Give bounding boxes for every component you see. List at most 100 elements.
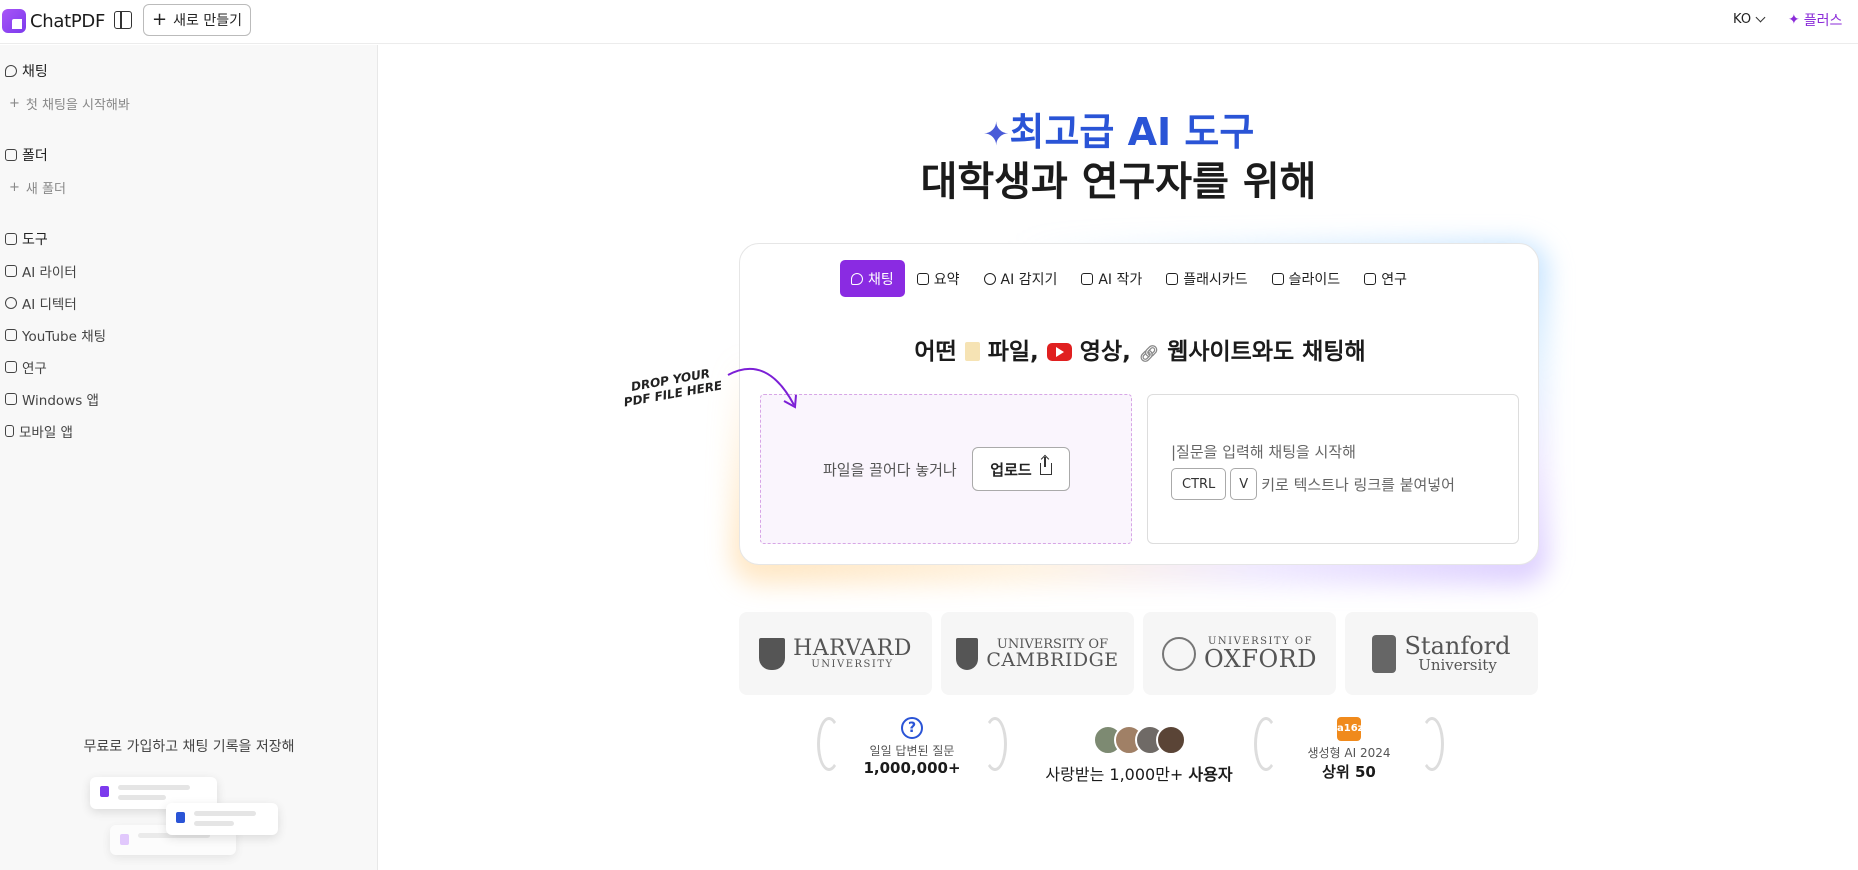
tab-label: 채팅 [868,271,894,288]
new-folder-item[interactable]: + 새 폴더 [9,178,66,197]
edit-icon [1081,272,1094,285]
stat-label: 일일 답변된 질문 [869,744,955,758]
card-title: 어떤 파일, 영상, 🔗︎ 웹사이트와도 채팅해 [740,332,1540,366]
tab-ai-detector[interactable]: AI 감지기 [972,260,1070,297]
wrench-icon [5,233,17,245]
tab-ai-writer[interactable]: AI 작가 [1069,260,1154,297]
tab-label: 플래시카드 [1183,271,1248,288]
checklist-icon [916,272,929,285]
file-icon [120,834,129,845]
signup-prompt[interactable]: 무료로 가입하고 채팅 기록을 저장해 [0,736,378,756]
folder-header-label: 폴더 [22,148,48,164]
stat-label: 생성형 AI 2024 [1307,746,1391,760]
tab-summary[interactable]: 요약 [905,260,972,297]
start-chat-item[interactable]: + 첫 채팅을 시작해봐 [9,94,130,113]
new-chat-button[interactable]: + 새로 만들기 [143,4,251,36]
paste-hint: CTRL V 키로 텍스트나 링크를 붙여넣어 [1171,468,1455,500]
plus-icon: + [9,180,20,195]
sidebar-item-youtube-chat[interactable]: YouTube 채팅 [5,325,106,345]
sidebar: 채팅 + 첫 채팅을 시작해봐 폴더 + 새 폴더 도구 AI 라이터 AI 디… [0,45,378,870]
stat-answered-questions: ? 일일 답변된 질문 1,000,000+ [817,717,1007,777]
stat-value: 상위 50 [1322,763,1376,781]
uni-name-small: UNIVERSITY [811,658,894,670]
sidebar-item-label: Windows 앱 [22,393,99,409]
card-title-text: 어떤 [914,339,957,365]
tab-label: 요약 [933,271,960,288]
doc-illustration-card [166,803,278,835]
main-content: ✦최고급 AI 도구 대학생과 연구자를 위해 채팅 요약 AI 감지기 AI … [379,45,1858,870]
plus-icon: + [152,9,168,30]
download-icon [5,393,17,405]
sidebar-chat-header: 채팅 [5,61,48,81]
tab-slides[interactable]: 슬라이드 [1260,260,1353,297]
uni-name-big: Stanford [1404,632,1511,660]
laurel-left-icon [817,717,841,771]
presentation-icon [1271,272,1284,285]
upload-icon [1039,457,1052,475]
uni-name-small: University [1418,656,1497,674]
top-bar: ChatPDF + 새로 만들기 KO ✦ 플러스 [0,0,1858,44]
sidebar-tools-header: 도구 [5,229,48,249]
stat-value: 1,000,000+ [863,759,961,777]
file-drop-zone[interactable]: 파일을 끌어다 놓거나 업로드 [760,394,1132,544]
youtube-icon [1046,343,1072,361]
tab-flashcards[interactable]: 플래시카드 [1154,260,1259,297]
plus-icon: + [9,96,20,111]
hero-title: ✦최고급 AI 도구 [379,101,1858,156]
sidebar-item-ai-writer[interactable]: AI 라이터 [5,261,77,281]
stat-users: 사랑받는 1,000만+ 사용자 [1034,725,1244,785]
text-search-icon [1364,272,1377,285]
users-text-suffix: 사용자 [1188,765,1233,784]
language-selector[interactable]: KO [1733,12,1766,27]
sidebar-item-windows-app[interactable]: Windows 앱 [5,389,99,409]
chatpdf-logo[interactable]: ChatPDF [2,9,105,33]
chat-input-box[interactable]: |질문을 입력해 채팅을 시작해 CTRL V 키로 텍스트나 링크를 붙여넣어 [1147,394,1519,544]
link-icon: 🔗︎ [1138,344,1160,363]
phone-icon [5,425,14,437]
sidebar-toggle-icon[interactable] [114,11,132,29]
tab-label: 연구 [1381,271,1407,288]
sidebar-item-label: YouTube 채팅 [22,329,107,345]
sidebar-folder-header: 폴더 [5,145,48,165]
youtube-icon [5,329,17,341]
tool-tabs: 채팅 요약 AI 감지기 AI 작가 플래시카드 슬라이드 연구 [840,260,1419,297]
sidebar-item-label: AI 라이터 [22,265,77,281]
question-icon: ? [901,717,923,739]
hero-subtitle: 대학생과 연구자를 위해 [920,159,1317,205]
drop-hint-handwriting: DROP YOUR PDF FILE HERE [620,365,723,409]
file-icon [176,812,185,823]
a16z-logo-icon: a16z [1337,717,1363,741]
sidebar-item-research[interactable]: 연구 [5,357,47,377]
stanford-logo: Stanford University [1345,612,1538,695]
glasses-icon [983,272,996,285]
stanford-s-icon [1372,634,1397,673]
sparkle-icon: ✦ [1788,12,1800,28]
new-chat-label: 새로 만들기 [173,13,242,29]
card-title-text: 영상, [1079,339,1131,365]
chat-bubble-icon [5,65,17,77]
tab-research[interactable]: 연구 [1352,260,1419,297]
sidebar-item-mobile-app[interactable]: 모바일 앱 [5,421,73,441]
curved-arrow-icon [727,367,797,409]
ctrl-key: CTRL [1171,468,1227,500]
folder-icon [5,149,17,161]
users-text-value: 1,000만+ [1109,765,1184,784]
users-text-prefix: 사랑받는 [1045,765,1105,784]
tab-label: AI 작가 [1098,271,1143,288]
tab-label: AI 감지기 [1000,271,1058,288]
tab-chat[interactable]: 채팅 [840,260,905,297]
upload-button[interactable]: 업로드 [972,447,1070,491]
tab-label: 슬라이드 [1288,271,1341,288]
file-icon [964,342,980,361]
plus-upgrade-link[interactable]: ✦ 플러스 [1788,10,1842,30]
card-title-text: 파일, [987,339,1039,365]
sidebar-item-label: 모바일 앱 [19,425,73,441]
tools-header-label: 도구 [22,232,48,248]
edit-icon [5,265,17,277]
harvard-wordmark: HARVARD UNIVERSITY [793,637,912,670]
chat-input-placeholder[interactable]: |질문을 입력해 채팅을 시작해 [1171,441,1356,462]
chat-bubble-icon [851,272,863,285]
uni-name-big: OXFORD [1204,644,1317,673]
laurel-right-icon [983,717,1007,771]
sidebar-item-ai-detector[interactable]: AI 디텍터 [5,293,77,313]
